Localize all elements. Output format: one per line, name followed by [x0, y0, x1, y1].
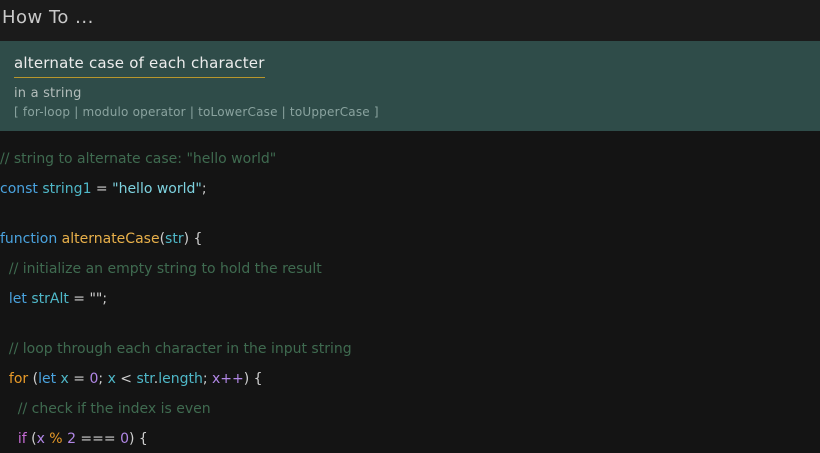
code-line-4: // initialize an empty string to hold th… — [0, 254, 820, 284]
code-block: // string to alternate case: "hello worl… — [0, 131, 820, 453]
code-line-3: function alternateCase(str) { — [0, 224, 820, 254]
code-variable: x — [56, 371, 69, 387]
code-operator: % — [44, 431, 68, 447]
code-punctuation: ( — [26, 431, 37, 447]
code-punctuation: ; — [202, 371, 213, 387]
code-comment: // check if the index is even — [0, 401, 211, 417]
code-punctuation: = ""; — [68, 291, 108, 307]
code-line-2: const string1 = "hello world"; — [0, 174, 820, 204]
code-variable: string1 — [42, 181, 92, 197]
code-line-8: // check if the index is even — [0, 394, 820, 424]
code-number: 0 — [120, 431, 129, 447]
topic-tags: [ for-loop | modulo operator | toLowerCa… — [14, 105, 379, 119]
code-keyword: for — [8, 371, 29, 387]
code-variable: x — [36, 431, 45, 447]
code-comment: // string to alternate case: "hello worl… — [0, 151, 277, 167]
code-keyword: function — [0, 231, 58, 247]
code-keyword: const — [0, 181, 38, 197]
code-line-7: for (let x = 0; x < str.length; x++) { — [0, 364, 820, 394]
code-keyword: let — [38, 371, 57, 387]
code-operator: x++ — [212, 371, 244, 387]
code-comment: // loop through each character in the in… — [0, 341, 352, 357]
code-operator: < — [115, 371, 137, 387]
code-property: length — [158, 371, 203, 387]
code-keyword: if — [17, 431, 27, 447]
code-punctuation: ) { — [129, 431, 148, 447]
code-comment: // initialize an empty string to hold th… — [0, 261, 322, 277]
code-operator: = — [68, 371, 90, 387]
code-string: "hello world" — [112, 181, 202, 197]
code-parameter: str — [165, 231, 184, 247]
code-keyword: let — [8, 291, 27, 307]
code-variable: x — [107, 371, 116, 387]
code-line-5: let strAlt = ""; — [0, 284, 820, 314]
page-header: How To ... — [0, 0, 820, 41]
page-title: How To ... — [2, 7, 94, 28]
code-number: 2 — [67, 431, 76, 447]
code-variable: strAlt — [31, 291, 69, 307]
code-line-1: // string to alternate case: "hello worl… — [0, 144, 820, 174]
code-punctuation: ( — [28, 371, 39, 387]
topic-subtitle: in a string — [14, 86, 82, 101]
code-punctuation: ) { — [183, 231, 203, 247]
code-line-6: // loop through each character in the in… — [0, 334, 820, 364]
code-variable: str — [136, 371, 154, 387]
code-punctuation: ) { — [243, 371, 263, 387]
code-punctuation: ; — [98, 371, 108, 387]
code-line-9: if (x % 2 === 0) { — [0, 424, 820, 453]
topic-panel: alternate case of each character in a st… — [0, 41, 820, 131]
code-punctuation: ; — [201, 181, 207, 197]
code-operator: = — [91, 181, 113, 197]
code-function-name: alternateCase — [61, 231, 160, 247]
code-operator: === — [75, 431, 121, 447]
topic-title: alternate case of each character — [14, 54, 265, 78]
